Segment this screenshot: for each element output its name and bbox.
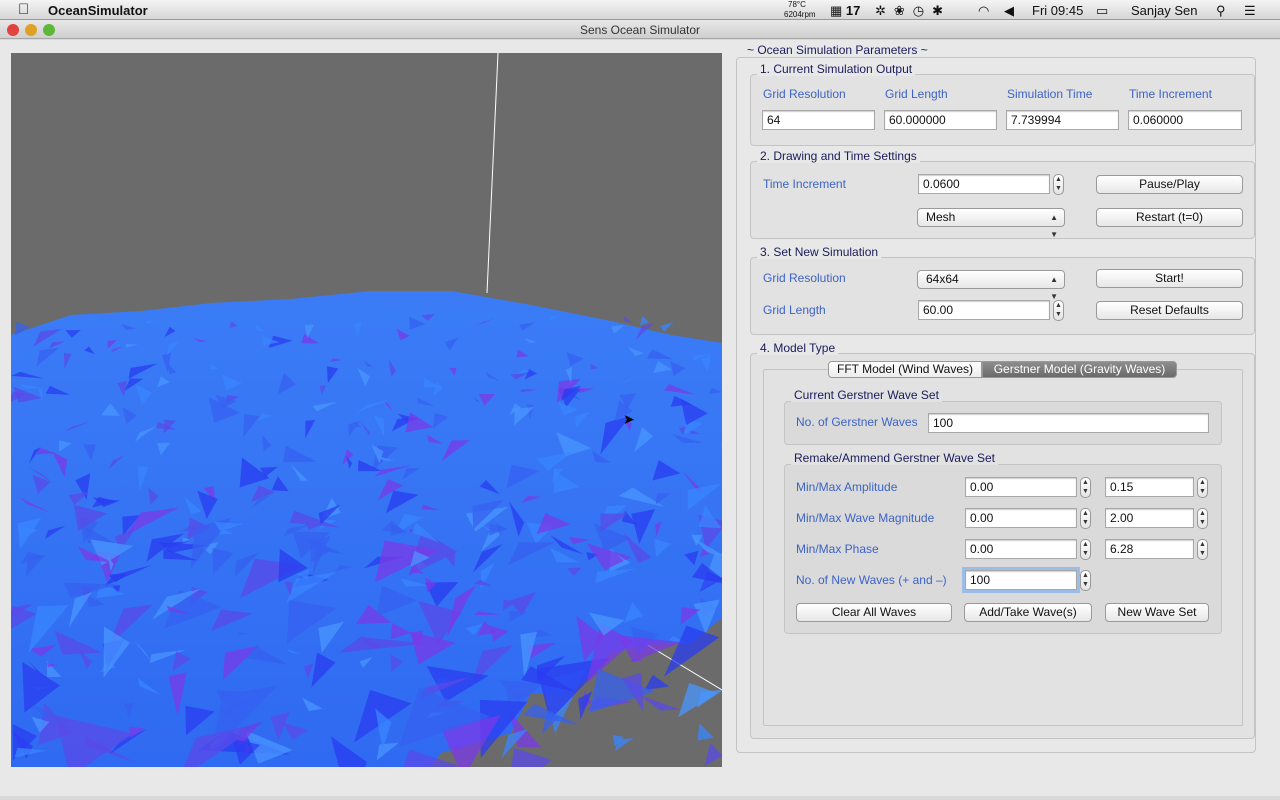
wifi-icon[interactable]: ◠ bbox=[978, 3, 989, 19]
magnitude-min-input[interactable]: 0.00 bbox=[965, 508, 1077, 528]
group-title: 3. Set New Simulation bbox=[757, 245, 882, 259]
pause-play-button[interactable]: Pause/Play bbox=[1096, 175, 1243, 194]
grid-length-output[interactable]: 60.000000 bbox=[884, 110, 997, 130]
new-waves-input[interactable]: 100 bbox=[962, 567, 1080, 593]
menu-bar:  OceanSimulator 78°C 6204rpm ▦ 17 ✲❀◷✱ … bbox=[0, 0, 1280, 20]
phase-min-input[interactable]: 0.00 bbox=[965, 539, 1077, 559]
phase-min-stepper[interactable]: ▲ ▼ bbox=[1080, 539, 1091, 560]
spotlight-icon[interactable]: ⚲ bbox=[1216, 3, 1226, 19]
amplitude-label: Min/Max Amplitude bbox=[796, 480, 898, 494]
group-title: 4. Model Type bbox=[757, 341, 839, 355]
clear-all-waves-button[interactable]: Clear All Waves bbox=[796, 603, 952, 622]
tab-fft-model[interactable]: FFT Model (Wind Waves) bbox=[828, 361, 982, 378]
app-menu[interactable]: OceanSimulator bbox=[48, 3, 148, 18]
mesh-facet bbox=[511, 748, 552, 767]
mesh-facet bbox=[697, 723, 714, 741]
gerstner-count-field[interactable]: 100 bbox=[928, 413, 1209, 433]
magnitude-max-input[interactable]: 2.00 bbox=[1105, 508, 1194, 528]
mesh-facet bbox=[639, 695, 680, 711]
axis-line bbox=[486, 53, 499, 294]
time-increment-label: Time Increment bbox=[1129, 87, 1212, 101]
mesh-facet bbox=[678, 682, 718, 718]
time-increment-setting-label: Time Increment bbox=[763, 177, 846, 191]
status-icons[interactable]: ✲❀◷✱ bbox=[875, 3, 951, 19]
magnitude-label: Min/Max Wave Magnitude bbox=[796, 511, 935, 525]
magnitude-max-stepper[interactable]: ▲ ▼ bbox=[1197, 508, 1208, 529]
amplitude-min-input[interactable]: 0.00 bbox=[965, 477, 1077, 497]
start-button[interactable]: Start! bbox=[1096, 269, 1243, 288]
mesh-facet bbox=[704, 742, 722, 766]
magnitude-min-stepper[interactable]: ▲ ▼ bbox=[1080, 508, 1091, 529]
time-increment-output[interactable]: 0.060000 bbox=[1128, 110, 1242, 130]
amplitude-min-stepper[interactable]: ▲ ▼ bbox=[1080, 477, 1091, 498]
new-waves-stepper[interactable]: ▲ ▼ bbox=[1080, 570, 1091, 591]
time-increment-input[interactable]: 0.0600 bbox=[918, 174, 1050, 194]
window-titlebar: Sens Ocean Simulator bbox=[0, 20, 1280, 39]
window-title: Sens Ocean Simulator bbox=[579, 23, 701, 37]
grid-resolution-label: Grid Resolution bbox=[763, 87, 846, 101]
ocean-3d-view[interactable]: ➤ bbox=[11, 53, 722, 767]
drawing-settings-group bbox=[750, 161, 1255, 239]
grid-length-stepper[interactable]: ▲ ▼ bbox=[1053, 300, 1064, 321]
amplitude-max-stepper[interactable]: ▲ ▼ bbox=[1197, 477, 1208, 498]
group-title: 2. Drawing and Time Settings bbox=[757, 149, 920, 163]
mesh-facet bbox=[577, 691, 593, 721]
gerstner-count-label: No. of Gerstner Waves bbox=[796, 415, 918, 429]
simulation-time-label: Simulation Time bbox=[1007, 87, 1093, 101]
group-title: 1. Current Simulation Output bbox=[757, 62, 916, 76]
draw-mode-value: Mesh bbox=[926, 210, 956, 224]
mesh-facet bbox=[660, 321, 674, 332]
new-wave-set-button[interactable]: New Wave Set bbox=[1105, 603, 1209, 622]
volume-icon[interactable]: ◀ bbox=[1004, 3, 1014, 19]
grid-resolution-value: 64x64 bbox=[926, 272, 959, 286]
group-title: Current Gerstner Wave Set bbox=[791, 388, 942, 402]
grid-length-label: Grid Length bbox=[885, 87, 948, 101]
fan-rpm: 6204rpm bbox=[784, 10, 816, 19]
mesh-facet bbox=[644, 674, 670, 691]
mouse-cursor-icon: ➤ bbox=[623, 411, 635, 427]
mesh-facet bbox=[623, 316, 633, 323]
mesh-facet bbox=[639, 315, 650, 326]
ocean-mesh-canvas bbox=[11, 53, 722, 767]
calendar-icon[interactable]: ▦ 17 bbox=[830, 3, 860, 19]
time-increment-stepper[interactable]: ▲ ▼ bbox=[1053, 174, 1064, 195]
grid-length-input[interactable]: 60.00 bbox=[918, 300, 1050, 320]
reset-defaults-button[interactable]: Reset Defaults bbox=[1096, 301, 1243, 320]
apple-icon[interactable]:  bbox=[18, 1, 29, 18]
simulation-time-output[interactable]: 7.739994 bbox=[1006, 110, 1119, 130]
user-menu[interactable]: Sanjay Sen bbox=[1131, 3, 1198, 18]
parameters-title: ~ Ocean Simulation Parameters ~ bbox=[744, 43, 931, 57]
add-take-waves-button[interactable]: Add/Take Wave(s) bbox=[964, 603, 1092, 622]
grid-resolution-output[interactable]: 64 bbox=[762, 110, 875, 130]
tab-gerstner-model[interactable]: Gerstner Model (Gravity Waves) bbox=[982, 361, 1177, 378]
new-grid-resolution-label: Grid Resolution bbox=[763, 271, 846, 285]
new-waves-label: No. of New Waves (+ and –) bbox=[796, 573, 947, 587]
phase-max-input[interactable]: 6.28 bbox=[1105, 539, 1194, 559]
new-grid-length-label: Grid Length bbox=[763, 303, 826, 317]
group-title: Remake/Ammend Gerstner Wave Set bbox=[791, 451, 998, 465]
clock[interactable]: Fri 09:45 bbox=[1032, 3, 1083, 18]
select-arrows-icon: ▲ ▼ bbox=[1050, 213, 1058, 239]
draw-mode-select[interactable]: Mesh ▲ ▼ bbox=[917, 208, 1065, 239]
battery-icon[interactable]: ▭ bbox=[1096, 3, 1108, 19]
amplitude-max-input[interactable]: 0.15 bbox=[1105, 477, 1194, 497]
restart-button[interactable]: Restart (t=0) bbox=[1096, 208, 1243, 227]
grid-resolution-select[interactable]: 64x64 ▲ ▼ bbox=[917, 270, 1065, 301]
phase-label: Min/Max Phase bbox=[796, 542, 879, 556]
phase-max-stepper[interactable]: ▲ ▼ bbox=[1197, 539, 1208, 560]
mesh-facet bbox=[589, 668, 655, 713]
calendar-day: 17 bbox=[845, 3, 861, 18]
notification-icon[interactable]: ☰ bbox=[1244, 3, 1256, 19]
temperature: 78°C bbox=[788, 0, 806, 9]
